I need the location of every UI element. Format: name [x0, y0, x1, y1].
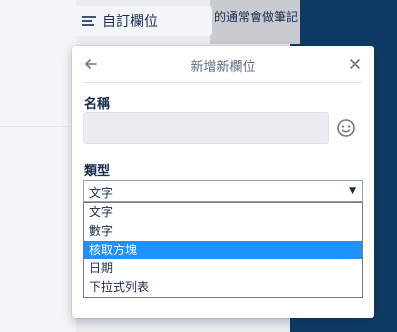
- name-input[interactable]: [83, 112, 329, 144]
- card-behind-text: 的通常會做筆記: [214, 10, 299, 24]
- close-icon[interactable]: [346, 55, 364, 73]
- type-option-text[interactable]: 文字: [84, 203, 362, 222]
- card-behind-popover[interactable]: 的通常會做筆記: [210, 0, 300, 44]
- custom-fields-icon: [82, 15, 96, 27]
- emoji-icon[interactable]: [336, 118, 356, 138]
- custom-fields-label: 自訂欄位: [102, 14, 158, 30]
- type-select-value: 文字: [89, 186, 114, 200]
- popover-header: 新增新欄位: [72, 46, 374, 82]
- name-label: 名稱: [84, 97, 111, 112]
- type-select[interactable]: 文字 ▼: [83, 180, 363, 202]
- chevron-down-icon: ▼: [349, 186, 356, 196]
- add-field-popover: 新增新欄位 名稱 類型 文字 ▼ 文字 數字 核取方塊 日期 下拉式列表: [72, 46, 374, 318]
- type-label: 類型: [84, 164, 111, 179]
- popover-title: 新增新欄位: [190, 60, 256, 75]
- type-dropdown-list: 文字 數字 核取方塊 日期 下拉式列表: [83, 202, 363, 298]
- left-panel-background: [0, 0, 76, 332]
- type-option-checkbox[interactable]: 核取方塊: [84, 240, 362, 260]
- popover-divider: [84, 82, 362, 83]
- type-option-number[interactable]: 數字: [84, 222, 362, 241]
- type-option-date[interactable]: 日期: [84, 259, 362, 278]
- custom-fields-button[interactable]: 自訂欄位: [72, 6, 212, 36]
- type-option-dropdown-list[interactable]: 下拉式列表: [84, 278, 362, 297]
- left-panel-divider: [0, 126, 70, 127]
